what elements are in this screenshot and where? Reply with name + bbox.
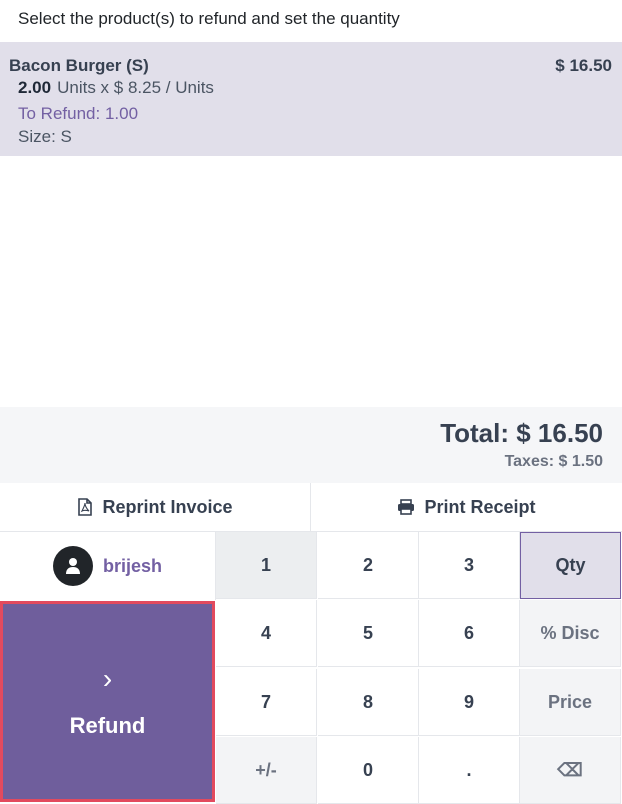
qty-line: 2.00 Units x $ 8.25 / Units [18, 78, 214, 98]
numpad-key-8[interactable]: 8 [318, 669, 419, 736]
numpad-key-3[interactable]: 3 [419, 532, 520, 599]
total-amount: Total: $ 16.50 [440, 418, 603, 448]
reprint-invoice-button[interactable]: Reprint Invoice [0, 483, 311, 531]
numpad-sign-button[interactable]: +/- [216, 737, 317, 804]
numpad-key-dot[interactable]: . [419, 737, 520, 804]
numpad-key-1[interactable]: 1 [216, 532, 317, 599]
order-line-selected[interactable]: Bacon Burger (S) $ 16.50 2.00 Units x $ 8… [0, 42, 622, 156]
unit-price-text: Units x $ 8.25 / Units [57, 78, 214, 97]
printer-icon [398, 499, 415, 515]
order-totals: Total: $ 16.50 Taxes: $ 1.50 [0, 407, 622, 484]
line-qty: 2.00 [18, 78, 52, 97]
numpad-key-0[interactable]: 0 [318, 737, 419, 804]
refund-label: Refund [69, 712, 146, 738]
taxes-amount: Taxes: $ 1.50 [504, 453, 603, 470]
numpad-key-4[interactable]: 4 [216, 600, 317, 667]
numpad-qty-mode-button[interactable]: Qty [520, 532, 621, 599]
chevron-right-icon: › [102, 662, 113, 694]
line-price: $ 16.50 [555, 56, 612, 75]
numpad-price-mode-button[interactable]: Price [520, 669, 621, 736]
attribute-text: Size: S [18, 127, 72, 146]
numpad-disc-mode-button[interactable]: % Disc [520, 600, 621, 667]
customer-name: brijesh [102, 555, 163, 576]
control-buttons: Reprint Invoice Print Receipt [0, 483, 622, 532]
product-name: Bacon Burger (S) [9, 56, 149, 75]
numpad-key-6[interactable]: 6 [419, 600, 520, 667]
numpad-key-2[interactable]: 2 [318, 532, 419, 599]
print-receipt-label: Print Receipt [424, 496, 536, 517]
refund-button[interactable]: › Refund [0, 601, 215, 802]
numpad-key-5[interactable]: 5 [318, 600, 419, 667]
print-receipt-button[interactable]: Print Receipt [311, 483, 622, 531]
numpad: 1 2 3 Qty 4 5 6 % Disc 7 8 9 Price +/- 0… [216, 532, 622, 804]
customer-button[interactable]: brijesh [0, 532, 216, 600]
to-refund-text: To Refund: 1.00 [18, 104, 139, 123]
user-avatar-icon [52, 546, 93, 586]
numpad-key-9[interactable]: 9 [419, 669, 520, 736]
file-pdf-icon [78, 498, 93, 516]
reprint-invoice-label: Reprint Invoice [102, 496, 233, 517]
backspace-icon[interactable]: ⌫ [520, 737, 621, 804]
instruction-text: Select the product(s) to refund and set … [18, 9, 400, 28]
numpad-key-7[interactable]: 7 [216, 669, 317, 736]
